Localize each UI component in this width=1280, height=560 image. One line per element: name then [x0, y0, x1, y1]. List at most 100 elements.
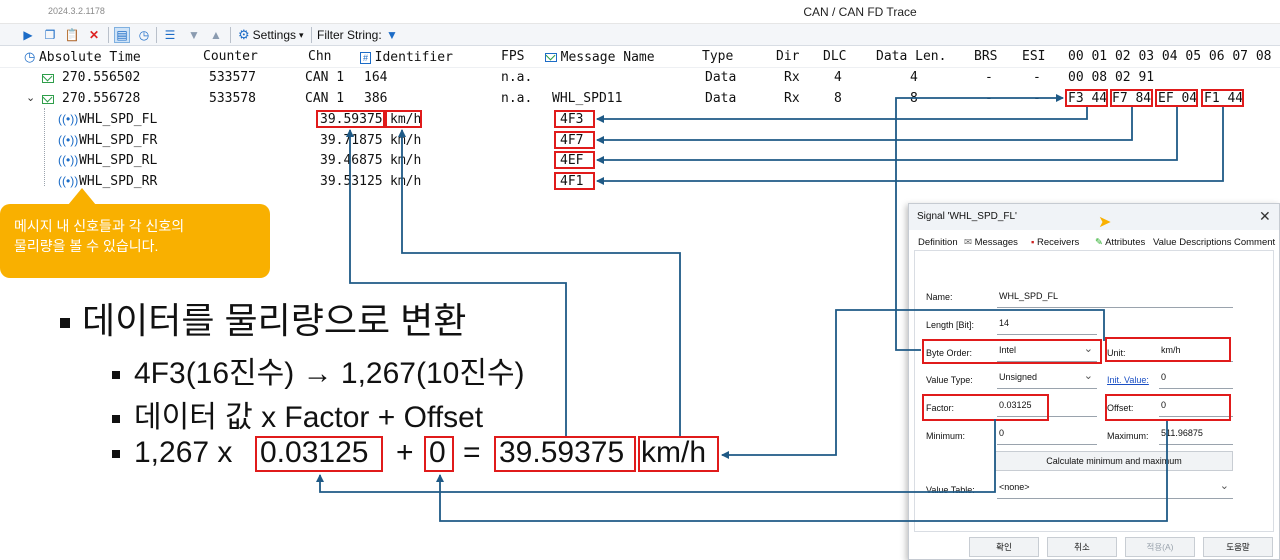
brs-cell: -	[985, 70, 993, 85]
column-header-fps[interactable]: FPS	[501, 49, 524, 64]
toolbar-divider	[230, 27, 231, 43]
column-header-time[interactable]: ◷ Absolute Time	[24, 49, 141, 65]
tab-value-descriptions[interactable]: Value Descriptions	[1153, 237, 1232, 248]
column-header-message-name[interactable]: Message Name	[545, 49, 655, 65]
esi-cell: -	[1033, 91, 1041, 106]
init-value-field[interactable]: 0	[1159, 369, 1233, 389]
mouse-cursor-icon: ➤	[1098, 214, 1112, 231]
receiver-icon: ▪	[1031, 237, 1035, 248]
dlc-cell: 8	[834, 91, 842, 106]
signal-name[interactable]: WHL_SPD_FR	[79, 133, 157, 148]
signal-icon: ((•))	[58, 133, 79, 147]
highlight-byte-box	[1065, 89, 1108, 107]
data-len-cell: 8	[910, 91, 918, 106]
value-type-select[interactable]: Unsigned	[997, 369, 1097, 389]
ok-button[interactable]: 확인	[969, 537, 1039, 557]
length-label: Length [Bit]:	[926, 320, 975, 330]
version-label: 2024.3.2.1178	[48, 6, 105, 16]
fps-cell: n.a.	[501, 91, 533, 106]
time-cell[interactable]: 270.556728	[62, 91, 140, 106]
trace-toolbar: ▶ ❐ 📋 ✕ ▤ ◷ ☰ ▼ ▲ ⚙ Settings ▾ Filter St…	[0, 24, 1280, 46]
envelope-icon	[545, 53, 557, 63]
highlight-offset-box	[424, 436, 454, 472]
copy-icon[interactable]: ❐	[42, 27, 58, 43]
clock-icon: ◷	[24, 49, 36, 64]
tab-messages[interactable]: ✉ Messages	[964, 237, 1018, 248]
filter-icon[interactable]: ▼	[384, 27, 400, 43]
chevron-down-icon[interactable]: ⌄	[26, 91, 35, 104]
channel-cell: CAN 1	[305, 70, 345, 85]
column-header-brs[interactable]: BRS	[974, 49, 997, 64]
minimum-field[interactable]: 0	[997, 425, 1097, 445]
dropdown-arrow-icon: ▾	[299, 29, 304, 40]
gear-icon: ⚙	[238, 27, 250, 42]
clear-icon[interactable]: ✕	[86, 27, 102, 43]
column-header-data-bytes[interactable]: 00 01 02 03 04 05 06 07 08	[1068, 49, 1272, 64]
name-field[interactable]: WHL_SPD_FL	[997, 288, 1233, 308]
tab-receivers[interactable]: ▪ Receivers	[1031, 237, 1079, 248]
highlight-byte-box	[1110, 89, 1153, 107]
message-name-cell: WHL_SPD11	[552, 91, 623, 106]
filter-string-label: Filter String:	[317, 28, 382, 42]
title-bar	[0, 0, 1280, 24]
init-value-link[interactable]: Init. Value:	[1107, 375, 1149, 385]
signal-name[interactable]: WHL_SPD_RL	[79, 153, 157, 168]
signal-unit: km/h	[390, 153, 422, 168]
highlight-raw-box	[554, 131, 595, 149]
highlight-result-box	[494, 436, 636, 472]
envelope-icon: ✉	[964, 237, 972, 248]
highlight-unit-box	[638, 436, 719, 472]
signal-name[interactable]: WHL_SPD_RR	[79, 174, 157, 189]
column-header-counter[interactable]: Counter	[203, 49, 258, 64]
calculate-min-max-button[interactable]: Calculate minimum and maximum	[995, 451, 1233, 471]
signal-icon: ((•))	[58, 112, 79, 126]
data-cell: 00 08 02 91	[1068, 70, 1155, 85]
column-header-type[interactable]: Type	[702, 49, 733, 64]
column-header-data-len[interactable]: Data Len.	[876, 49, 946, 64]
length-field[interactable]: 14	[997, 315, 1097, 335]
column-header-dlc[interactable]: DLC	[823, 49, 846, 64]
type-cell: Data	[705, 70, 737, 85]
help-button[interactable]: 도움말	[1203, 537, 1273, 557]
channel-cell: CAN 1	[305, 91, 345, 106]
play-icon[interactable]: ▶	[20, 27, 36, 43]
clock-icon[interactable]: ◷	[136, 27, 152, 43]
signal-name[interactable]: WHL_SPD_FL	[79, 112, 157, 127]
column-header-dir[interactable]: Dir	[776, 49, 799, 64]
callout-pointer	[68, 188, 96, 205]
sort-icon[interactable]: ☰	[162, 27, 178, 43]
column-header-esi[interactable]: ESI	[1022, 49, 1045, 64]
highlight-offset-box	[1105, 394, 1231, 421]
time-cell[interactable]: 270.556502	[62, 70, 140, 85]
highlight-factor-box	[922, 394, 1049, 421]
identifier-cell: 164	[364, 70, 388, 85]
cancel-button[interactable]: 취소	[1047, 537, 1117, 557]
close-icon[interactable]: ✕	[1259, 208, 1271, 225]
paste-icon[interactable]: 📋	[64, 27, 80, 43]
tab-comment[interactable]: Comment	[1234, 237, 1275, 248]
highlight-byte-box	[1201, 89, 1244, 107]
dialog-title: Signal 'WHL_SPD_FL'	[917, 211, 1017, 222]
highlight-factor-box	[255, 436, 383, 472]
column-header-identifier[interactable]: # Identifier	[360, 49, 453, 65]
toolbar-divider	[311, 27, 312, 43]
arrow-up-icon[interactable]: ▲	[208, 27, 224, 43]
arrow-f7-to-raw	[596, 107, 1133, 144]
type-cell: Data	[705, 91, 737, 106]
arrow-f3-to-raw	[596, 107, 1088, 123]
signal-dialog: Signal 'WHL_SPD_FL' ✕ Definition ✉ Messa…	[908, 203, 1280, 560]
maximum-field[interactable]: 511.96875	[1159, 425, 1233, 445]
tab-definition[interactable]: Definition	[918, 237, 958, 248]
column-header-chn[interactable]: Chn	[308, 49, 331, 64]
brs-cell: -	[985, 91, 993, 106]
slide-heading: 데이터를 물리량으로 변환	[60, 292, 466, 344]
value-table-label: Value Table:	[926, 485, 975, 495]
signal-value: 39.71875	[320, 133, 383, 148]
apply-button[interactable]: 적용(A)	[1125, 537, 1195, 557]
calendar-icon[interactable]: ▤	[114, 27, 130, 43]
settings-button[interactable]: ⚙ Settings ▾	[238, 27, 304, 43]
value-table-select[interactable]: <none>	[997, 479, 1233, 499]
arrow-down-icon[interactable]: ▼	[186, 27, 202, 43]
tab-attributes[interactable]: ✎ Attributes	[1095, 237, 1145, 248]
settings-label: Settings	[252, 28, 297, 42]
